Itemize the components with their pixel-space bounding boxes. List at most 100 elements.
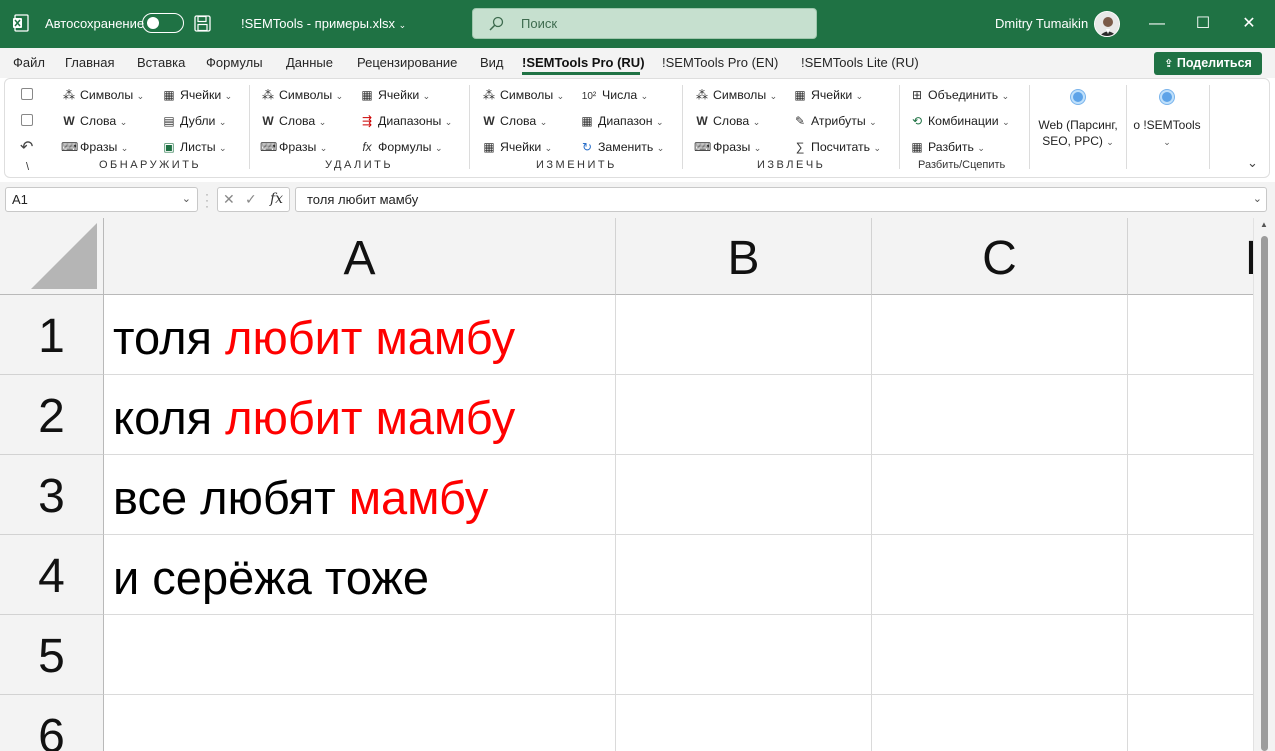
tab-formulas[interactable]: Формулы bbox=[206, 55, 263, 70]
checkbox-icon[interactable] bbox=[21, 114, 33, 126]
cell-a5[interactable] bbox=[104, 615, 616, 695]
cell-a6[interactable] bbox=[104, 695, 616, 751]
column-header-c[interactable]: C bbox=[872, 218, 1128, 295]
cells-icon: ▦ bbox=[794, 88, 806, 102]
detect-phrases-button[interactable]: ⌨ Фразы ⌄ bbox=[61, 137, 128, 157]
close-button[interactable]: ✕ bbox=[1226, 0, 1272, 48]
cell-c3[interactable] bbox=[872, 455, 1128, 535]
merge-button[interactable]: ⊞ Объединить ⌄ bbox=[909, 85, 1009, 105]
cell-b3[interactable] bbox=[616, 455, 872, 535]
detect-words-button[interactable]: W Слова ⌄ bbox=[61, 111, 127, 131]
active-tab-indicator bbox=[522, 72, 640, 75]
cell-c6[interactable] bbox=[872, 695, 1128, 751]
extract-attributes-button[interactable]: ✎ Атрибуты ⌄ bbox=[792, 111, 877, 131]
cell-a1[interactable]: толя любит мамбу bbox=[104, 295, 616, 375]
cell-a2[interactable]: коля любит мамбу bbox=[104, 375, 616, 455]
remove-words-button[interactable]: W Слова ⌄ bbox=[260, 111, 326, 131]
combinations-button[interactable]: ⟲ Комбинации ⌄ bbox=[909, 111, 1010, 131]
cell-c5[interactable] bbox=[872, 615, 1128, 695]
share-button[interactable]: ⇪ Поделиться bbox=[1154, 52, 1262, 75]
row-header-3[interactable]: 3 bbox=[0, 455, 104, 535]
row-header-2[interactable]: 2 bbox=[0, 375, 104, 455]
vertical-scrollbar[interactable]: ▲ bbox=[1253, 218, 1275, 751]
expand-formula-icon[interactable]: ⌄ bbox=[1253, 188, 1262, 211]
chevron-down-icon[interactable]: ⌄ bbox=[182, 188, 191, 211]
cell-b1[interactable] bbox=[616, 295, 872, 375]
remove-symbols-button[interactable]: ⁂ Символы ⌄ bbox=[260, 85, 343, 105]
autosave-toggle[interactable] bbox=[142, 13, 184, 33]
minimize-button[interactable]: — bbox=[1134, 0, 1180, 48]
select-all-button[interactable] bbox=[0, 218, 104, 295]
extract-cells-button[interactable]: ▦ Ячейки ⌄ bbox=[792, 85, 863, 105]
count-button[interactable]: ∑ Посчитать ⌄ bbox=[792, 137, 881, 157]
scrollbar-thumb[interactable] bbox=[1261, 236, 1268, 751]
sheets-icon: ▣ bbox=[163, 140, 175, 154]
excel-app-icon[interactable] bbox=[12, 14, 30, 32]
undo-icon[interactable]: ↶ bbox=[20, 137, 33, 157]
extract-phrases-button[interactable]: ⌨ Фразы ⌄ bbox=[694, 137, 761, 157]
ribbon-collapse-icon[interactable]: ⌄ bbox=[1247, 155, 1258, 171]
detect-sheets-button[interactable]: ▣ Листы ⌄ bbox=[161, 137, 226, 157]
search-box[interactable]: Поиск bbox=[472, 8, 817, 39]
user-name[interactable]: Dmitry Tumaikin bbox=[995, 0, 1088, 48]
change-range-button[interactable]: ▦ Диапазон ⌄ bbox=[579, 111, 663, 131]
restore-button[interactable]: ☐ bbox=[1180, 0, 1226, 48]
cell-a3[interactable]: все любят мамбу bbox=[104, 455, 616, 535]
tab-semtools-lite-ru[interactable]: !SEMTools Lite (RU) bbox=[801, 55, 919, 70]
remove-ranges-button[interactable]: ⇶ Диапазоны ⌄ bbox=[359, 111, 452, 131]
cell-b2[interactable] bbox=[616, 375, 872, 455]
web-button[interactable]: Web (Парсинг, SEO, PPC) ⌄ bbox=[1033, 87, 1123, 157]
tab-home[interactable]: Главная bbox=[65, 55, 114, 70]
scroll-up-icon[interactable]: ▲ bbox=[1260, 220, 1268, 229]
tab-view[interactable]: Вид bbox=[480, 55, 504, 70]
extract-symbols-button[interactable]: ⁂ Символы ⌄ bbox=[694, 85, 777, 105]
avatar[interactable] bbox=[1094, 11, 1120, 37]
about-icon bbox=[1160, 90, 1174, 104]
cells-icon: ▦ bbox=[361, 88, 373, 102]
file-name[interactable]: !SEMTools - примеры.xlsx ⌄ bbox=[241, 0, 406, 48]
cancel-icon[interactable]: ✕ bbox=[223, 188, 235, 211]
formula-input[interactable]: толя любит мамбу ⌄ bbox=[295, 187, 1267, 212]
change-cells-button[interactable]: ▦ Ячейки ⌄ bbox=[481, 137, 552, 157]
ribbon: ↶ \ ⁂ Символы ⌄ W Слова ⌄ ⌨ Фразы ⌄ ▦ Ячейки… bbox=[4, 78, 1270, 178]
column-header-a[interactable]: A bbox=[104, 218, 616, 295]
cell-c4[interactable] bbox=[872, 535, 1128, 615]
cell-b6[interactable] bbox=[616, 695, 872, 751]
tab-insert[interactable]: Вставка bbox=[137, 55, 185, 70]
tab-semtools-pro-en[interactable]: !SEMTools Pro (EN) bbox=[662, 55, 778, 70]
save-icon[interactable] bbox=[194, 15, 211, 32]
cell-b4[interactable] bbox=[616, 535, 872, 615]
spreadsheet-grid: A B C D 1 толя любит мамбу 2 коля любит … bbox=[0, 218, 1275, 751]
detect-cells-button[interactable]: ▦ Ячейки ⌄ bbox=[161, 85, 232, 105]
cell-c2[interactable] bbox=[872, 375, 1128, 455]
remove-cells-button[interactable]: ▦ Ячейки ⌄ bbox=[359, 85, 430, 105]
change-numbers-button[interactable]: 10² Числа ⌄ bbox=[579, 85, 648, 105]
cell-b5[interactable] bbox=[616, 615, 872, 695]
enter-icon[interactable]: ✓ bbox=[245, 188, 257, 211]
detect-symbols-button[interactable]: ⁂ Символы ⌄ bbox=[61, 85, 144, 105]
insert-function-icon[interactable]: fx bbox=[270, 188, 283, 211]
tab-semtools-pro-ru[interactable]: !SEMTools Pro (RU) bbox=[522, 55, 645, 70]
change-symbols-button[interactable]: ⁂ Символы ⌄ bbox=[481, 85, 564, 105]
extract-words-button[interactable]: W Слова ⌄ bbox=[694, 111, 760, 131]
remove-formulas-button[interactable]: fx Формулы ⌄ bbox=[359, 137, 442, 157]
detect-duplicates-button[interactable]: ▤ Дубли ⌄ bbox=[161, 111, 226, 131]
replace-button[interactable]: ↻ Заменить ⌄ bbox=[579, 137, 664, 157]
tab-file[interactable]: Файл bbox=[13, 55, 45, 70]
row-header-5[interactable]: 5 bbox=[0, 615, 104, 695]
row-header-6[interactable]: 6 bbox=[0, 695, 104, 751]
split-button[interactable]: ▦ Разбить ⌄ bbox=[909, 137, 985, 157]
row-header-4[interactable]: 4 bbox=[0, 535, 104, 615]
row-header-1[interactable]: 1 bbox=[0, 295, 104, 375]
change-words-button[interactable]: W Слова ⌄ bbox=[481, 111, 547, 131]
about-semtools-button[interactable]: o !SEMTools ⌄ bbox=[1131, 87, 1203, 157]
search-placeholder: Поиск bbox=[521, 16, 558, 31]
cell-a4[interactable]: и серёжа тоже bbox=[104, 535, 616, 615]
cell-c1[interactable] bbox=[872, 295, 1128, 375]
column-header-b[interactable]: B bbox=[616, 218, 872, 295]
checkbox-icon[interactable] bbox=[21, 88, 33, 100]
remove-phrases-button[interactable]: ⌨ Фразы ⌄ bbox=[260, 137, 327, 157]
name-box[interactable]: A1 ⌄ bbox=[5, 187, 198, 212]
tab-review[interactable]: Рецензирование bbox=[357, 55, 457, 70]
tab-data[interactable]: Данные bbox=[286, 55, 333, 70]
